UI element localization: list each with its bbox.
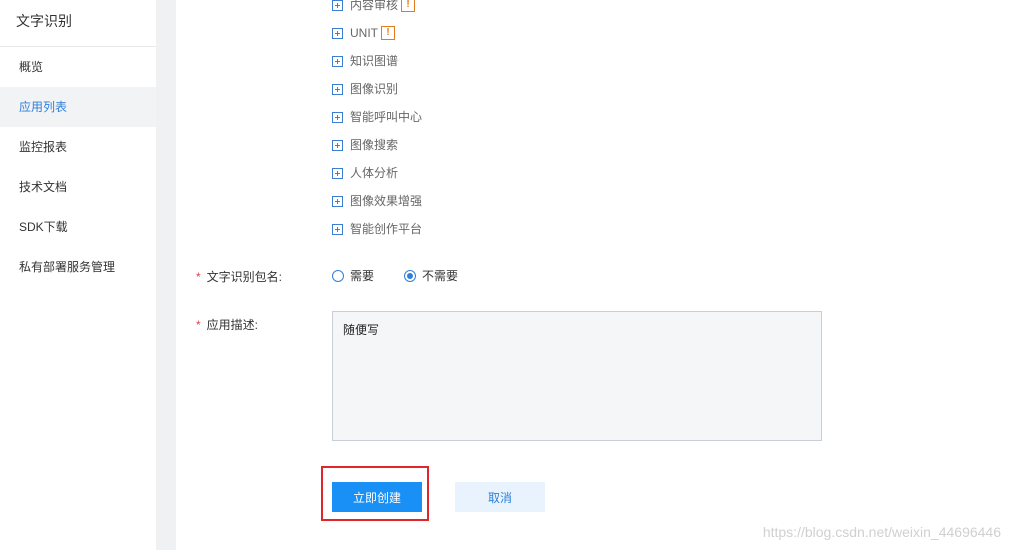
sidebar-item-overview[interactable]: 概览 — [0, 47, 156, 87]
tree-item-label: UNIT — [350, 26, 378, 40]
radio-not-need[interactable]: 不需要 — [404, 267, 458, 284]
expand-plus-icon[interactable] — [332, 139, 343, 151]
sidebar-item-app-list[interactable]: 应用列表 — [0, 87, 156, 127]
package-name-radio-group: 需要 不需要 — [332, 267, 488, 284]
tree-item-body-analysis[interactable]: 人体分析 — [332, 163, 398, 183]
sidebar-item-tech-docs[interactable]: 技术文档 — [0, 167, 156, 207]
tree-item-unit[interactable]: UNIT ! — [332, 23, 395, 43]
tree-item-label: 智能创作平台 — [350, 222, 423, 236]
tree-item-label: 内容审核 — [350, 0, 399, 12]
radio-not-need-label: 不需要 — [422, 269, 459, 283]
required-mark: * — [196, 318, 201, 332]
expand-plus-icon[interactable] — [332, 55, 343, 67]
sidebar-item-sdk-download[interactable]: SDK下载 — [0, 207, 156, 247]
tree-item-label: 图像识别 — [350, 82, 399, 96]
watermark: https://blog.csdn.net/weixin_44696446 — [762, 524, 1001, 540]
tree-item-call-center[interactable]: 智能呼叫中心 — [332, 107, 422, 127]
layout-gutter — [156, 0, 176, 550]
tree-item-image-enhance[interactable]: 图像效果增强 — [332, 191, 422, 211]
tree-item-image-recognition[interactable]: 图像识别 — [332, 79, 398, 99]
description-textarea[interactable]: 随便写 — [332, 311, 822, 441]
package-name-label: * 文字识别包名: — [196, 268, 282, 285]
expand-plus-icon[interactable] — [332, 167, 343, 179]
tree-item-label: 图像效果增强 — [350, 194, 423, 208]
tree-item-knowledge-graph[interactable]: 知识图谱 — [332, 51, 398, 71]
radio-checked-icon[interactable] — [404, 269, 417, 282]
sidebar: 文字识别 概览 应用列表 监控报表 技术文档 SDK下载 私有部署服务管理 — [0, 0, 156, 550]
warning-icon: ! — [381, 26, 395, 40]
tree-item-label: 知识图谱 — [350, 54, 399, 68]
expand-plus-icon[interactable] — [332, 111, 343, 123]
radio-need[interactable]: 需要 — [332, 267, 374, 284]
sidebar-item-monitor-report[interactable]: 监控报表 — [0, 127, 156, 167]
tree-item-creation-platform[interactable]: 智能创作平台 — [332, 219, 422, 239]
radio-unchecked-icon[interactable] — [332, 269, 344, 282]
description-label: * 应用描述: — [196, 316, 258, 333]
create-now-button[interactable]: 立即创建 — [332, 482, 422, 512]
warning-icon: ! — [401, 0, 416, 12]
tree-item-image-search[interactable]: 图像搜索 — [332, 135, 398, 155]
description-label-text: 应用描述: — [206, 318, 259, 332]
tree-item-label: 人体分析 — [350, 166, 399, 180]
expand-plus-icon[interactable] — [332, 195, 343, 207]
expand-plus-icon[interactable] — [332, 27, 343, 39]
package-name-label-text: 文字识别包名: — [206, 270, 283, 284]
expand-plus-icon[interactable] — [332, 0, 343, 11]
expand-plus-icon[interactable] — [332, 83, 343, 95]
cancel-button[interactable]: 取消 — [455, 482, 545, 512]
sidebar-title: 文字识别 — [0, 0, 156, 47]
tree-item-content-review[interactable]: 内容审核 ! — [332, 0, 416, 15]
main-content: 内容审核 ! UNIT ! 知识图谱 图像识别 智能呼叫中心 图像搜索 人体分析… — [176, 0, 1011, 550]
sidebar-item-private-deploy[interactable]: 私有部署服务管理 — [0, 247, 156, 287]
tree-item-label: 智能呼叫中心 — [350, 110, 423, 124]
tree-item-label: 图像搜索 — [350, 138, 399, 152]
required-mark: * — [196, 270, 201, 284]
expand-plus-icon[interactable] — [332, 223, 343, 235]
radio-need-label: 需要 — [350, 269, 375, 283]
